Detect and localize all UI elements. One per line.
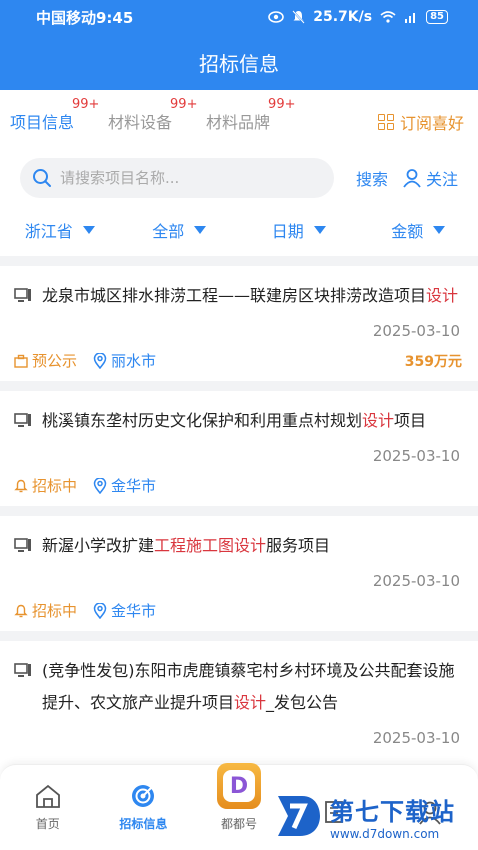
nav-label: 都都号 — [220, 817, 257, 831]
status-bar: 中国移动9:45 25.7K/s 85 — [0, 0, 478, 34]
dropdown-arrow-icon — [194, 226, 207, 234]
search-button[interactable]: 搜索 — [356, 166, 388, 190]
divider — [0, 631, 478, 641]
bell-icon — [14, 479, 28, 492]
location-pin-icon — [93, 602, 107, 619]
filter-label: 浙江省 — [24, 222, 73, 241]
city-tag: 丽水市 — [93, 350, 156, 371]
d7-logo-icon — [278, 796, 320, 836]
briefcase-icon — [14, 354, 28, 368]
signal-icon — [405, 13, 416, 23]
mute-icon — [292, 10, 305, 24]
tab-project-info[interactable]: 项目信息 99+ — [10, 97, 99, 133]
filter-amount[interactable]: 金额 — [359, 218, 478, 242]
grid-icon — [377, 114, 394, 130]
project-item[interactable]: 桃溪镇东垄村历史文化保护和利用重点村规划设计项目 2025-03-10 招标中 … — [0, 391, 478, 506]
dudu-logo-icon: D — [216, 763, 261, 809]
status-badge: 预公示 — [14, 350, 77, 371]
dropdown-arrow-icon — [433, 226, 446, 234]
dropdown-arrow-icon — [82, 226, 95, 234]
publish-date: 2025-03-10 — [372, 447, 460, 465]
computer-icon — [14, 663, 31, 677]
status-badge: 招标中 — [14, 600, 77, 621]
divider — [0, 381, 478, 391]
user-icon — [403, 169, 421, 188]
site-watermark: 第七下载站 www.d7down.com — [272, 786, 472, 846]
page-title: 招标信息 — [199, 51, 279, 76]
watermark-url: www.d7down.com — [330, 826, 440, 841]
project-title: 桃溪镇东垄村历史文化保护和利用重点村规划设计项目 — [42, 411, 427, 430]
app-bar: 招标信息 — [0, 34, 478, 90]
filter-bar: 浙江省 全部 日期 金额 — [0, 210, 478, 250]
tab-label: 材料品牌 — [206, 113, 271, 132]
budget-amount: 359万元 — [404, 353, 462, 370]
computer-icon — [14, 288, 31, 302]
project-item[interactable]: (竞争性发包)东阳市虎鹿镇蔡宅村乡村环境及公共配套设施提升、农文旅产业提升项目设… — [0, 641, 478, 757]
location-pin-icon — [93, 352, 107, 369]
filter-label: 日期 — [271, 222, 304, 241]
count-badge: 99+ — [170, 97, 198, 112]
bell-icon — [14, 604, 28, 617]
computer-icon — [14, 413, 31, 427]
wifi-icon — [380, 11, 396, 23]
follow-label: 关注 — [426, 170, 459, 189]
nav-tender-info[interactable]: 招标信息 — [96, 765, 192, 850]
project-list: 龙泉市城区排水排涝工程——联建房区块排涝改造项目设计 2025-03-10 预公… — [0, 256, 478, 757]
project-item[interactable]: 龙泉市城区排水排涝工程——联建房区块排涝改造项目设计 2025-03-10 预公… — [0, 266, 478, 381]
search-icon — [33, 169, 51, 187]
search-row: 搜索 关注 — [0, 158, 478, 198]
subscribe-label: 订阅喜好 — [399, 114, 464, 133]
eye-icon — [268, 11, 285, 23]
city-tag: 金华市 — [93, 475, 156, 496]
location-pin-icon — [93, 477, 107, 494]
filter-date[interactable]: 日期 — [239, 218, 359, 242]
project-title: 新渥小学改扩建工程施工图设计服务项目 — [42, 536, 331, 555]
divider — [0, 506, 478, 516]
nav-home[interactable]: 首页 — [0, 765, 96, 850]
dropdown-arrow-icon — [313, 226, 326, 234]
search-input[interactable] — [60, 169, 300, 187]
tab-label: 项目信息 — [10, 113, 75, 132]
battery-indicator: 85 — [426, 10, 448, 24]
city-tag: 金华市 — [93, 600, 156, 621]
tab-label: 材料设备 — [108, 113, 173, 132]
project-title: 龙泉市城区排水排涝工程——联建房区块排涝改造项目设计 — [42, 286, 459, 305]
project-title: (竞争性发包)东阳市虎鹿镇蔡宅村乡村环境及公共配套设施提升、农文旅产业提升项目设… — [42, 661, 455, 712]
subscribe-preferences-button[interactable]: 订阅喜好 — [377, 110, 464, 134]
tab-material-brand[interactable]: 材料品牌 99+ — [206, 97, 295, 133]
publish-date: 2025-03-10 — [372, 322, 460, 340]
filter-label: 全部 — [152, 222, 185, 241]
watermark-title: 第七下载站 — [330, 797, 455, 826]
network-speed: 25.7K/s — [313, 9, 373, 25]
filter-province[interactable]: 浙江省 — [0, 218, 120, 242]
tab-material-equipment[interactable]: 材料设备 99+ — [108, 97, 197, 133]
divider — [0, 256, 478, 266]
count-badge: 99+ — [72, 97, 100, 112]
filter-label: 金额 — [391, 222, 424, 241]
search-box — [20, 158, 334, 198]
project-item[interactable]: 新渥小学改扩建工程施工图设计服务项目 2025-03-10 招标中 金华市 — [0, 516, 478, 631]
publish-date: 2025-03-10 — [372, 572, 460, 590]
nav-label: 招标信息 — [119, 817, 168, 831]
filter-type[interactable]: 全部 — [120, 218, 240, 242]
target-icon — [132, 785, 155, 807]
count-badge: 99+ — [268, 97, 296, 112]
category-tabs: 项目信息 99+ 材料设备 99+ 材料品牌 99+ 订阅喜好 — [0, 90, 478, 152]
status-icons: 25.7K/s 85 — [268, 9, 448, 25]
computer-icon — [14, 538, 31, 552]
home-icon — [35, 784, 60, 808]
follow-button[interactable]: 关注 — [402, 166, 458, 190]
nav-label: 首页 — [35, 817, 60, 831]
publish-date: 2025-03-10 — [372, 729, 460, 747]
carrier-time: 中国移动9:45 — [36, 8, 134, 27]
status-badge: 招标中 — [14, 475, 77, 496]
